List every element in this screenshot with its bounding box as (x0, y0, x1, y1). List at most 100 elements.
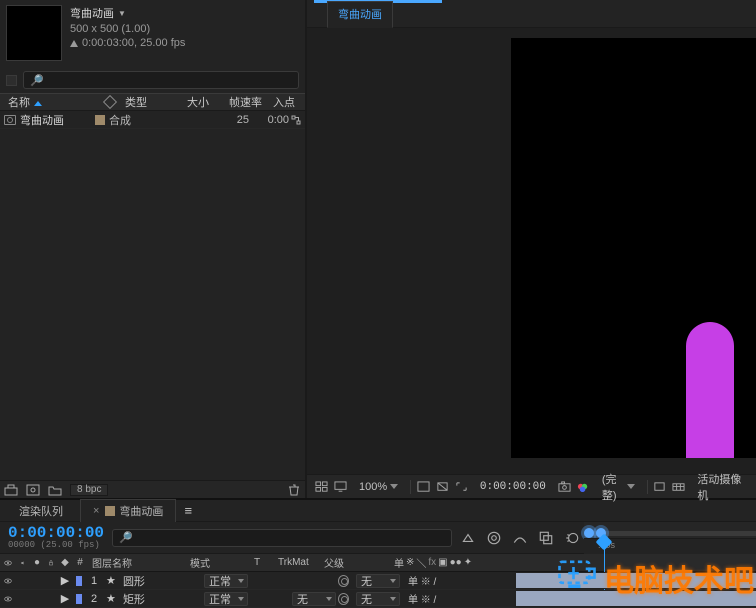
flowchart-icon[interactable] (291, 115, 301, 125)
layer-row[interactable]: ▶ 1 ★ 圆形 正常 无 单 ※ / (0, 572, 756, 590)
shape-layer-icon: ★ (106, 592, 116, 605)
col-visibility-icon[interactable] (0, 557, 16, 569)
layer-name[interactable]: ★ 矩形 (102, 591, 200, 607)
layer-switches[interactable]: 单 ※ / (404, 591, 514, 606)
viewer-footer: 100% 0:00:00:00 (完整) 活动摄像机 (307, 474, 756, 498)
motion-blur-icon[interactable] (564, 530, 580, 546)
col-audio-icon[interactable] (16, 557, 30, 569)
chevron-down-icon (390, 484, 398, 489)
col-framerate[interactable]: 帧速率 (225, 94, 269, 110)
col-type[interactable]: 类型 (121, 94, 183, 110)
project-asset-row[interactable]: 弯曲动画 合成 25 0:00 (0, 111, 305, 129)
layer-track[interactable] (514, 572, 756, 589)
project-thumb[interactable] (6, 5, 62, 61)
new-bin-icon[interactable] (4, 484, 18, 496)
layer-columns-header: ● ◆ # 图层名称 模式 T TrkMat 父级 单※＼fx▣●●✦ (0, 554, 756, 572)
tab-composition[interactable]: × 弯曲动画 (80, 499, 176, 523)
layer-bar[interactable] (516, 591, 756, 606)
snapshot-icon[interactable] (558, 480, 571, 494)
shy-icon[interactable] (512, 530, 528, 546)
asset-label-swatch[interactable] (95, 115, 105, 125)
col-label-icon[interactable]: ◆ (58, 557, 72, 568)
mask-icon[interactable] (436, 480, 449, 494)
layer-row[interactable]: ▶ 2 ★ 矩形 正常 无 无 单 ※ / (0, 590, 756, 608)
pickwhip-icon[interactable] (338, 575, 349, 587)
guides-icon[interactable] (653, 480, 666, 494)
resolution-icon[interactable] (417, 480, 430, 494)
pickwhip-icon[interactable] (338, 593, 349, 605)
new-folder-icon[interactable] (48, 484, 62, 496)
col-switches[interactable]: 单※＼fx▣●●✦ (390, 555, 500, 570)
zoom-dropdown[interactable]: 100% (353, 481, 404, 493)
col-parent[interactable]: 父级 (320, 555, 390, 570)
timeline-search-input[interactable] (112, 529, 452, 547)
project-columns-header: 名称 类型 大小 帧速率 入点 (0, 93, 305, 111)
tab-render-queue[interactable]: 渲染队列 (6, 499, 76, 523)
col-solo-icon[interactable]: ● (30, 557, 44, 568)
viewer-canvas-area[interactable] (307, 28, 756, 474)
viewer-panel: 弯曲动画 100% 0:00:00:00 (完整) 活动摄像机 (307, 0, 756, 498)
comp-flowchart-icon[interactable] (460, 530, 476, 546)
col-lock-icon[interactable] (44, 557, 58, 569)
col-index[interactable]: # (72, 557, 88, 568)
col-layer-name[interactable]: 图层名称 (88, 555, 186, 570)
layer-expand[interactable]: ▶ (58, 592, 72, 605)
col-name[interactable]: 名称 (4, 94, 105, 110)
layer-label-swatch[interactable] (76, 594, 82, 604)
layer-parent-dropdown[interactable]: 无 (334, 574, 404, 588)
new-comp-icon[interactable] (26, 484, 40, 496)
timeline-panel: 渲染队列 × 弯曲动画 ≡ 0:00:00:00 00000 (25.00 fp… (0, 498, 756, 608)
col-trkmat[interactable]: TrkMat (274, 557, 320, 568)
layer-switches[interactable]: 单 ※ / (404, 573, 514, 588)
col-size[interactable]: 大小 (183, 94, 225, 110)
tab-comp-label: 弯曲动画 (119, 503, 163, 519)
tag-icon[interactable] (103, 95, 117, 109)
project-name[interactable]: 弯曲动画 ▼ (70, 5, 185, 21)
navigator-handle-left[interactable] (584, 528, 594, 538)
col-mode[interactable]: 模式 (186, 555, 250, 570)
show-snapshot-icon[interactable] (577, 480, 590, 494)
layer-bar[interactable] (516, 573, 756, 588)
channels-icon[interactable] (672, 480, 685, 494)
project-search-input[interactable] (23, 71, 299, 89)
composition-canvas[interactable] (511, 38, 756, 458)
layer-expand[interactable]: ▶ (58, 574, 72, 587)
draft3d-icon[interactable] (486, 530, 502, 546)
navigator-bar[interactable] (584, 531, 756, 536)
layer-name[interactable]: ★ 圆形 (102, 573, 200, 589)
grid-icon[interactable] (315, 480, 328, 494)
layer-mode-dropdown[interactable]: 正常 (200, 574, 264, 588)
quality-label: (完整) (602, 471, 624, 503)
asset-name: 弯曲动画 (20, 112, 95, 128)
current-time-display[interactable]: 0:00:00:00 (8, 526, 104, 540)
viewer-timecode[interactable]: 0:00:00:00 (474, 481, 552, 493)
zoom-label: 100% (359, 481, 387, 493)
layer-parent-dropdown[interactable]: 无 (334, 592, 404, 606)
panel-menu-icon[interactable]: ≡ (184, 503, 192, 518)
trash-icon[interactable] (287, 484, 301, 496)
quality-dropdown[interactable]: (完整) (596, 471, 641, 503)
col-t[interactable]: T (250, 557, 274, 568)
bpc-label[interactable]: 8 bpc (70, 484, 108, 496)
layer-mode-dropdown[interactable]: 正常 (200, 592, 264, 606)
dropdown-icon: ▼ (118, 9, 126, 18)
monitor-icon[interactable] (334, 480, 347, 494)
timeline-header: 0:00:00:00 00000 (25.00 fps) :00s (0, 522, 756, 554)
camera-dropdown[interactable]: 活动摄像机 (691, 471, 748, 503)
project-search-swatch[interactable] (6, 75, 17, 86)
chevron-down-icon (627, 484, 635, 489)
layer-visibility-toggle[interactable] (0, 575, 16, 587)
layer-visibility-toggle[interactable] (0, 593, 16, 605)
close-tab-icon[interactable]: × (93, 505, 101, 517)
project-name-text: 弯曲动画 (70, 5, 114, 21)
layer-label-swatch[interactable] (76, 576, 82, 586)
viewer-tab-comp[interactable]: 弯曲动画 (327, 1, 393, 28)
timeline-ruler[interactable]: :00s (584, 522, 756, 554)
col-inpoint[interactable]: 入点 (269, 94, 301, 110)
region-icon[interactable] (455, 480, 468, 494)
layer-index: 2 (86, 593, 102, 605)
shape-layer-icon: ★ (106, 574, 116, 587)
layer-track[interactable] (514, 590, 756, 607)
frame-blend-icon[interactable] (538, 530, 554, 546)
layer-trkmat-dropdown[interactable]: 无 (288, 592, 334, 606)
